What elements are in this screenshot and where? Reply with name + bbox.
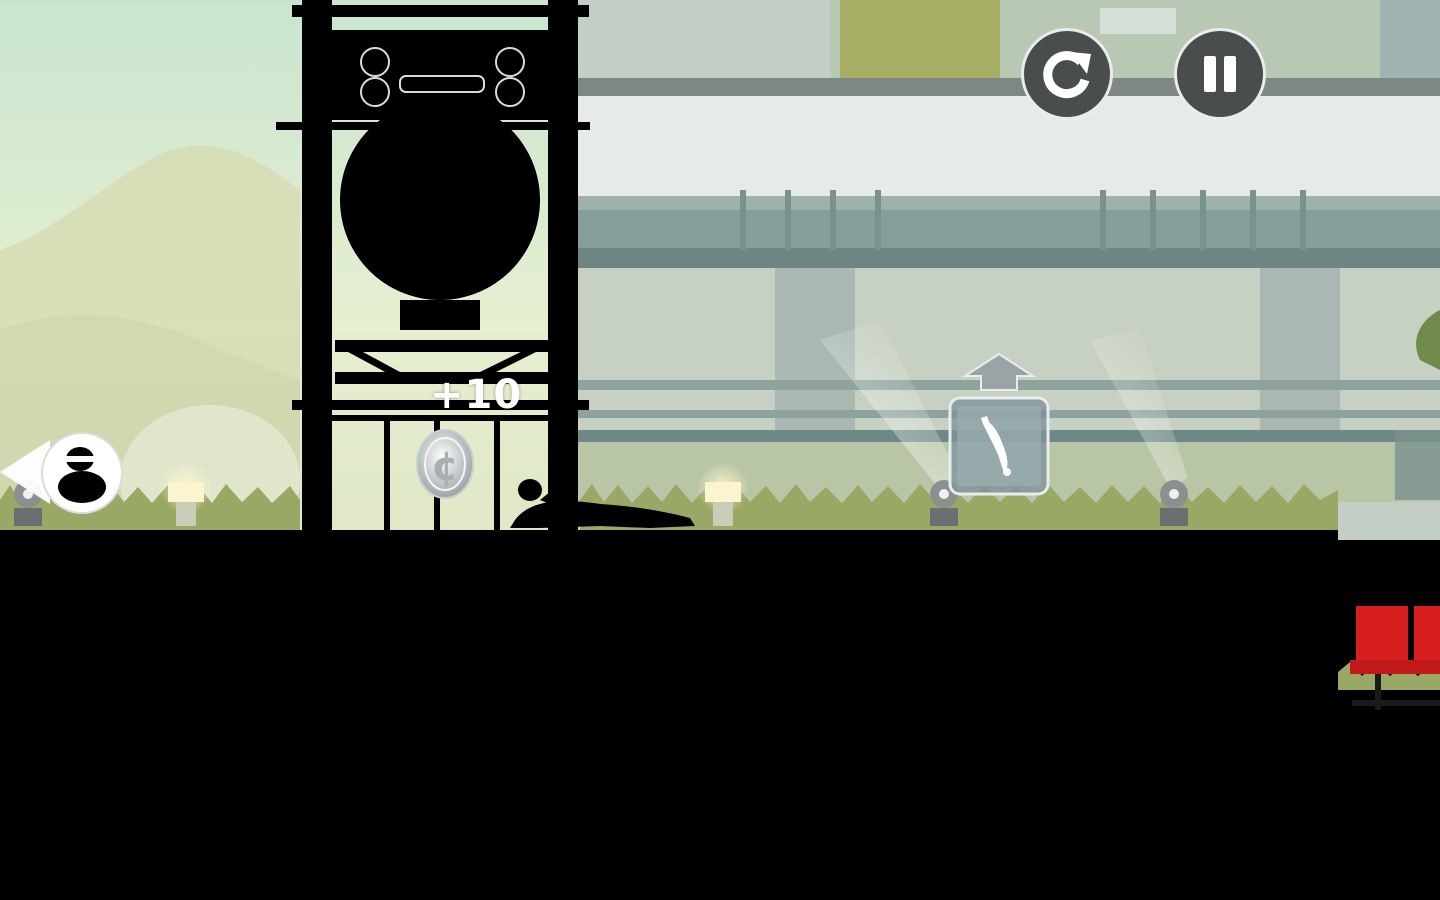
coin: ¢: [416, 429, 474, 499]
pause-icon: [1204, 56, 1236, 92]
restart-button[interactable]: [1021, 28, 1113, 120]
svg-text:¢: ¢: [431, 444, 459, 490]
red-seats: [1350, 606, 1440, 710]
lower-ground: [1336, 710, 1440, 900]
up-arrow-icon: [961, 352, 1037, 391]
game-scene: ¢: [0, 0, 1440, 900]
offscreen-player-indicator: [0, 432, 126, 514]
ground: [0, 530, 1338, 900]
restart-icon: [1043, 51, 1091, 99]
coin-reward-popup: +10: [430, 372, 523, 418]
spotlight-fixture: [1160, 480, 1188, 526]
powerup-box[interactable]: [947, 352, 1051, 498]
pause-button[interactable]: [1174, 28, 1266, 120]
